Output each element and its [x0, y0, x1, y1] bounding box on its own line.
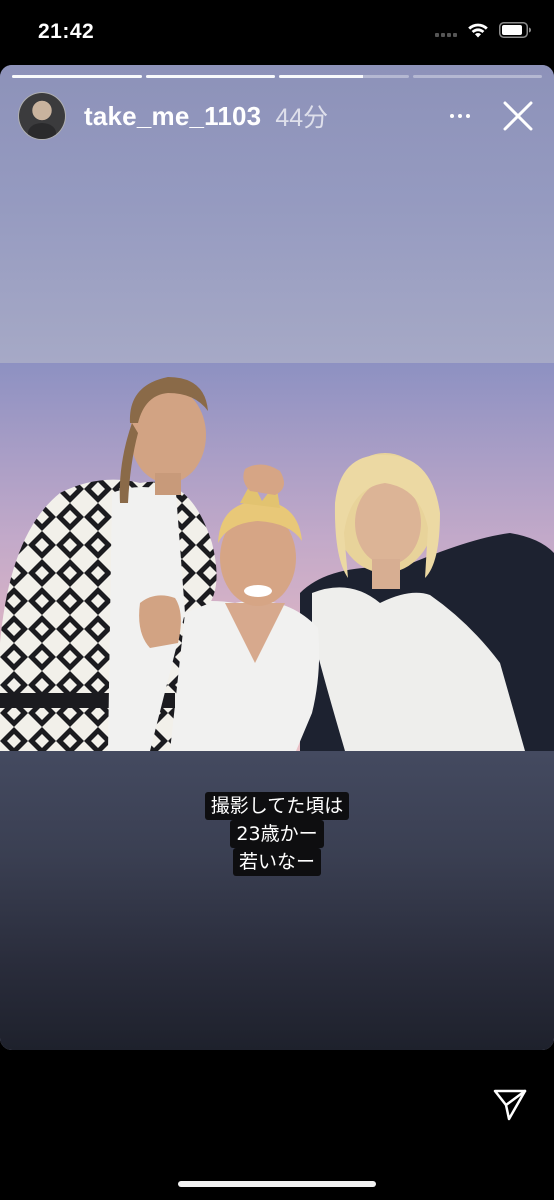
close-button[interactable]: [498, 96, 538, 136]
status-bar: 21:42: [0, 0, 554, 64]
story-photo: [0, 363, 554, 751]
progress-segment-2: [145, 75, 275, 78]
progress-segment-1: [12, 75, 142, 78]
progress-segment-3: [279, 75, 409, 78]
progress-fill-2: [145, 75, 275, 78]
caption-line-3: 若いなー: [232, 848, 321, 876]
instagram-story-screen: 21:42 take_me_1103 44分 撮影してた頃は 23歳かー 若いな…: [0, 0, 554, 1200]
caption-line-1: 撮影してた頃は: [204, 792, 350, 820]
caption-line-2: 23歳かー: [230, 820, 324, 848]
username[interactable]: take_me_1103: [84, 101, 261, 132]
status-icons: [435, 22, 532, 38]
wifi-icon: [468, 23, 488, 38]
progress-fill-1: [12, 75, 142, 78]
story-card[interactable]: take_me_1103 44分 撮影してた頃は 23歳かー 若いなー: [0, 65, 554, 1050]
status-time: 21:42: [38, 20, 95, 43]
send-button[interactable]: [492, 1088, 528, 1122]
cellular-signal-icon: [435, 23, 457, 37]
avatar[interactable]: [18, 92, 66, 140]
more-options-button[interactable]: [442, 102, 478, 130]
story-header: take_me_1103 44分: [18, 92, 538, 140]
more-options-icon: [450, 114, 454, 118]
progress-fill-3: [279, 75, 364, 78]
home-indicator[interactable]: [178, 1181, 376, 1187]
close-icon: [503, 101, 533, 131]
story-caption: 撮影してた頃は 23歳かー 若いなー: [0, 792, 554, 876]
progress-segment-4: [412, 75, 542, 78]
story-progress-bars: [12, 75, 542, 78]
battery-icon: [499, 22, 531, 38]
timestamp: 44分: [275, 104, 329, 132]
send-icon: [493, 1089, 527, 1121]
